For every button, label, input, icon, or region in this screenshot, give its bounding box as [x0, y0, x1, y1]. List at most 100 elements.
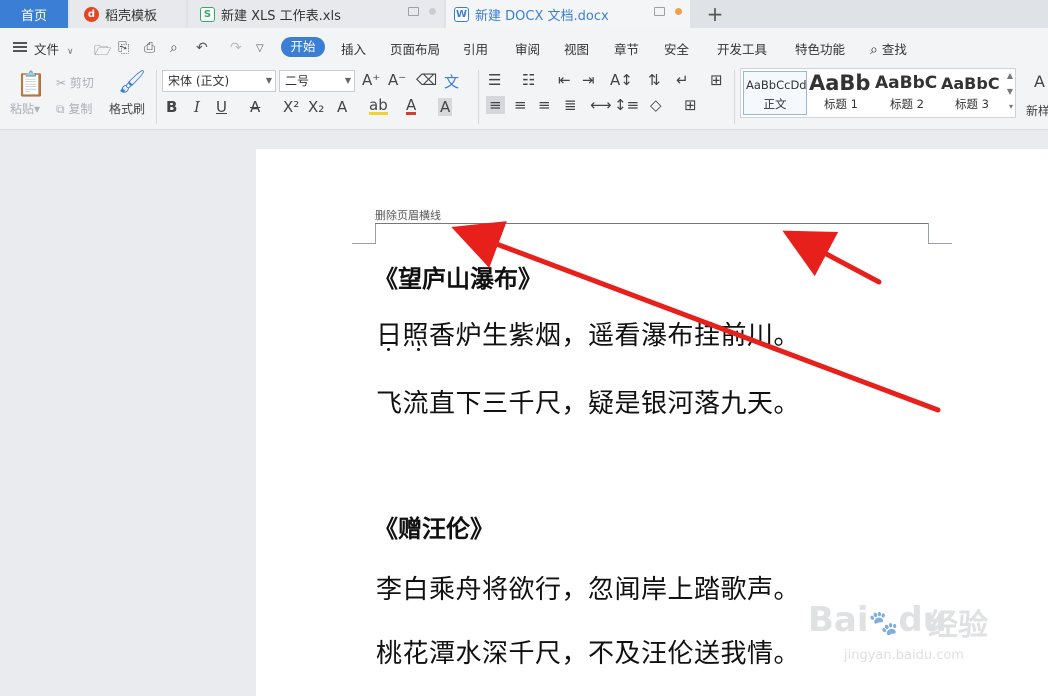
paw-icon: 🐾: [868, 609, 899, 637]
menu-review[interactable]: 审阅: [515, 39, 540, 58]
search-button[interactable]: ⌕ 查找: [870, 39, 907, 58]
menu-start[interactable]: 开始: [281, 37, 325, 57]
font-size-value: 二号: [285, 74, 310, 88]
bold-button[interactable]: B: [166, 98, 177, 116]
window-icon[interactable]: [408, 7, 419, 16]
table-icon[interactable]: ⊞: [710, 71, 723, 89]
char-shading-icon[interactable]: A: [438, 98, 453, 116]
style-label: 标题 1: [824, 97, 858, 111]
tab-home[interactable]: 首页: [0, 0, 68, 28]
gallery-scroll-up-icon[interactable]: ▲: [1007, 71, 1013, 80]
style-heading-3[interactable]: AaBbC 标题 3: [941, 71, 1003, 115]
phonetic-guide-icon[interactable]: 文: [444, 71, 459, 92]
tab-bar: 首页 d 稻壳模板 S 新建 XLS 工作表.xls W 新建 DOCX 文档.…: [0, 0, 1048, 28]
save-icon[interactable]: ⎘: [118, 40, 129, 56]
menu-security[interactable]: 安全: [664, 39, 689, 58]
poem-line[interactable]: 飞流直下三千尺，疑是银河落九天。: [376, 383, 800, 420]
poem-line[interactable]: 李白乘舟将欲行，忽闻岸上踏歌声。: [376, 569, 800, 606]
print-icon[interactable]: ⎙: [144, 40, 155, 56]
strikethrough-icon[interactable]: A: [250, 98, 260, 116]
subscript-icon[interactable]: X₂: [308, 98, 324, 116]
borders-icon[interactable]: ⊞: [684, 96, 697, 114]
justify-icon[interactable]: ≣: [564, 96, 577, 114]
font-size-select[interactable]: 二号 ▼: [279, 70, 355, 92]
ribbon-toolbar: 📋 粘贴▾ ✂ 剪切 ⧉ 复制 🖌 格式刷 宋体 (正文) ▼ 二号 ▼ A⁺ …: [0, 66, 1048, 130]
bullet-list-icon[interactable]: ☰: [488, 71, 501, 89]
style-preview: AaBbC: [941, 74, 1000, 93]
distribute-icon[interactable]: ⟷: [590, 96, 612, 114]
poem-title[interactable]: 《望庐山瀑布》: [374, 259, 542, 294]
style-heading-2[interactable]: AaBbC 标题 2: [875, 71, 939, 115]
tab-close-dot-icon[interactable]: [429, 8, 436, 15]
decrease-indent-icon[interactable]: ⇤: [558, 71, 571, 89]
shrink-font-icon[interactable]: A⁻: [388, 71, 406, 89]
show-marks-icon[interactable]: ↵: [676, 71, 689, 89]
emphasis-dot: [387, 348, 390, 351]
menu-file-label: 文件: [34, 42, 60, 57]
menu-file[interactable]: 文件 ∨: [34, 39, 74, 58]
new-tab-button[interactable]: +: [704, 2, 726, 26]
watermark-logo: Bai🐾du: [808, 600, 947, 640]
divider: [478, 70, 479, 124]
text-effect-icon[interactable]: A: [337, 98, 347, 116]
window-icon[interactable]: [654, 7, 665, 16]
search-icon: ⌕: [870, 42, 878, 58]
unsaved-dot-icon[interactable]: [675, 8, 682, 15]
gallery-expand-icon[interactable]: ▾: [1009, 102, 1013, 111]
menu-developer[interactable]: 开发工具: [717, 39, 767, 58]
font-name-select[interactable]: 宋体 (正文) ▼: [162, 70, 276, 92]
word-document-icon: W: [454, 6, 469, 22]
format-painter-icon[interactable]: 🖌: [118, 70, 146, 95]
style-heading-1[interactable]: AaBb 标题 1: [809, 71, 873, 115]
header-text[interactable]: 删除页眉横线: [375, 207, 441, 223]
tab-docx-file[interactable]: W 新建 DOCX 文档.docx: [446, 0, 690, 28]
open-folder-icon[interactable]: 🗁: [94, 40, 111, 64]
undo-icon[interactable]: ↶: [196, 40, 208, 56]
new-style-icon[interactable]: A: [1034, 72, 1045, 91]
align-left-icon[interactable]: ≡: [486, 96, 505, 114]
menu-view[interactable]: 视图: [564, 39, 589, 58]
gallery-scroll-down-icon[interactable]: ▼: [1007, 87, 1013, 96]
poem-title[interactable]: 《赠汪伦》: [374, 509, 494, 544]
paste-icon[interactable]: 📋: [16, 70, 46, 98]
customize-dropdown-icon[interactable]: ▽: [256, 43, 264, 54]
shading-icon[interactable]: ◇: [650, 96, 662, 114]
redo-icon[interactable]: ↷: [230, 40, 242, 56]
style-normal[interactable]: AaBbCcDd 正文: [743, 71, 807, 115]
menu-page-layout[interactable]: 页面布局: [390, 39, 440, 58]
tab-xls-file[interactable]: S 新建 XLS 工作表.xls: [188, 0, 444, 28]
print-preview-icon[interactable]: ⌕: [170, 40, 178, 56]
poem-line[interactable]: 日照香炉生紫烟，遥看瀑布挂前川。: [376, 315, 800, 352]
clear-format-icon[interactable]: ⌫: [416, 71, 437, 89]
search-label: 查找: [881, 42, 907, 57]
copy-button[interactable]: ⧉ 复制: [56, 100, 92, 117]
numbered-list-icon[interactable]: ☷: [522, 71, 535, 89]
menu-chapter[interactable]: 章节: [614, 39, 639, 58]
menu-special-features[interactable]: 特色功能: [795, 39, 845, 58]
line-spacing-icon[interactable]: ↕≡: [614, 96, 639, 114]
underline-button[interactable]: U: [216, 98, 227, 116]
style-label: 正文: [763, 97, 787, 111]
hamburger-menu-icon[interactable]: [13, 42, 27, 52]
font-color-icon[interactable]: A: [406, 98, 417, 115]
tab-daoke-templates[interactable]: d 稻壳模板: [70, 0, 186, 28]
poem-line[interactable]: 桃花潭水深千尺，不及汪伦送我情。: [376, 633, 800, 670]
divider: [156, 70, 157, 124]
sort-icon[interactable]: ⇅: [648, 71, 661, 89]
superscript-icon[interactable]: X²: [283, 98, 299, 116]
new-style-button[interactable]: 新样: [1026, 102, 1048, 119]
paste-button[interactable]: 粘贴▾: [10, 100, 40, 117]
menu-references[interactable]: 引用: [463, 39, 488, 58]
cut-button[interactable]: ✂ 剪切: [56, 74, 94, 91]
italic-button[interactable]: I: [194, 98, 200, 116]
watermark-logo-text: Bai: [808, 600, 869, 640]
grow-font-icon[interactable]: A⁺: [362, 71, 380, 89]
chinese-layout-icon[interactable]: A↕: [610, 71, 633, 89]
format-painter-button[interactable]: 格式刷: [109, 100, 145, 117]
increase-indent-icon[interactable]: ⇥: [582, 71, 595, 89]
align-center-icon[interactable]: ≡: [514, 96, 527, 114]
highlight-icon[interactable]: ab: [369, 98, 388, 115]
menu-insert[interactable]: 插入: [341, 39, 366, 58]
watermark-url: jingyan.baidu.com: [844, 648, 964, 663]
align-right-icon[interactable]: ≡: [538, 96, 551, 114]
